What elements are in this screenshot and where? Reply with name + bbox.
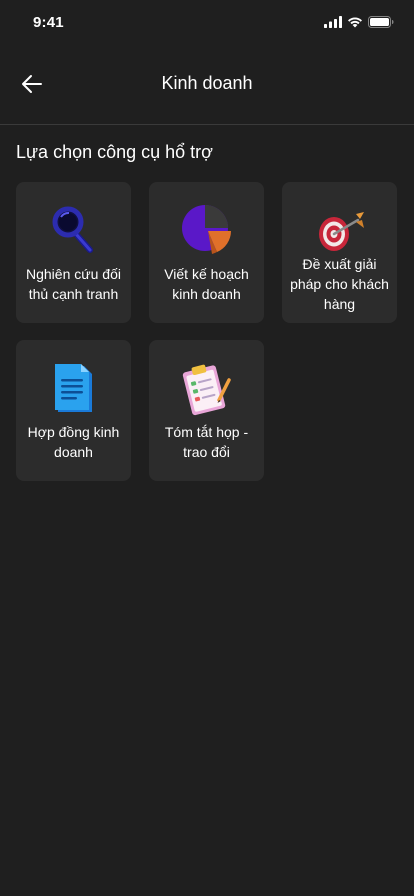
tool-card-label: Nghiên cứu đối thủ cạnh tranh — [26, 266, 121, 302]
target-icon — [282, 202, 397, 258]
section-title: Lựa chọn công cụ hổ trợ — [16, 142, 213, 162]
status-bar: 9:41 — [0, 0, 414, 46]
document-icon — [16, 360, 131, 416]
magnifier-icon — [16, 202, 131, 258]
tool-card-meeting-summary[interactable]: Tóm tắt họp - trao đổi — [149, 340, 264, 481]
tool-card-label: Đề xuất giải pháp cho khách hàng — [290, 256, 389, 312]
tool-card-business-contract[interactable]: Hợp đồng kinh doanh — [16, 340, 131, 481]
clipboard-icon — [149, 360, 264, 416]
tool-card-business-plan[interactable]: Viết kế hoạch kinh doanh — [149, 182, 264, 323]
tool-card-label: Tóm tắt họp - trao đổi — [164, 424, 249, 460]
page-title: Kinh doanh — [161, 73, 253, 93]
nav-bar: Kinh doanh — [0, 56, 414, 112]
tool-card-label: Hợp đồng kinh doanh — [27, 424, 120, 460]
tool-card-competitor-research[interactable]: Nghiên cứu đối thủ cạnh tranh — [16, 182, 131, 323]
signal-icon — [324, 16, 342, 28]
wifi-icon — [348, 17, 362, 28]
header-divider — [0, 124, 414, 125]
status-icons — [324, 16, 394, 28]
pie-chart-icon — [149, 202, 264, 258]
battery-icon — [368, 16, 394, 28]
status-time: 9:41 — [33, 14, 64, 31]
tool-card-label: Viết kế hoạch kinh doanh — [164, 266, 249, 302]
tool-card-customer-solution[interactable]: Đề xuất giải pháp cho khách hàng — [282, 182, 397, 323]
